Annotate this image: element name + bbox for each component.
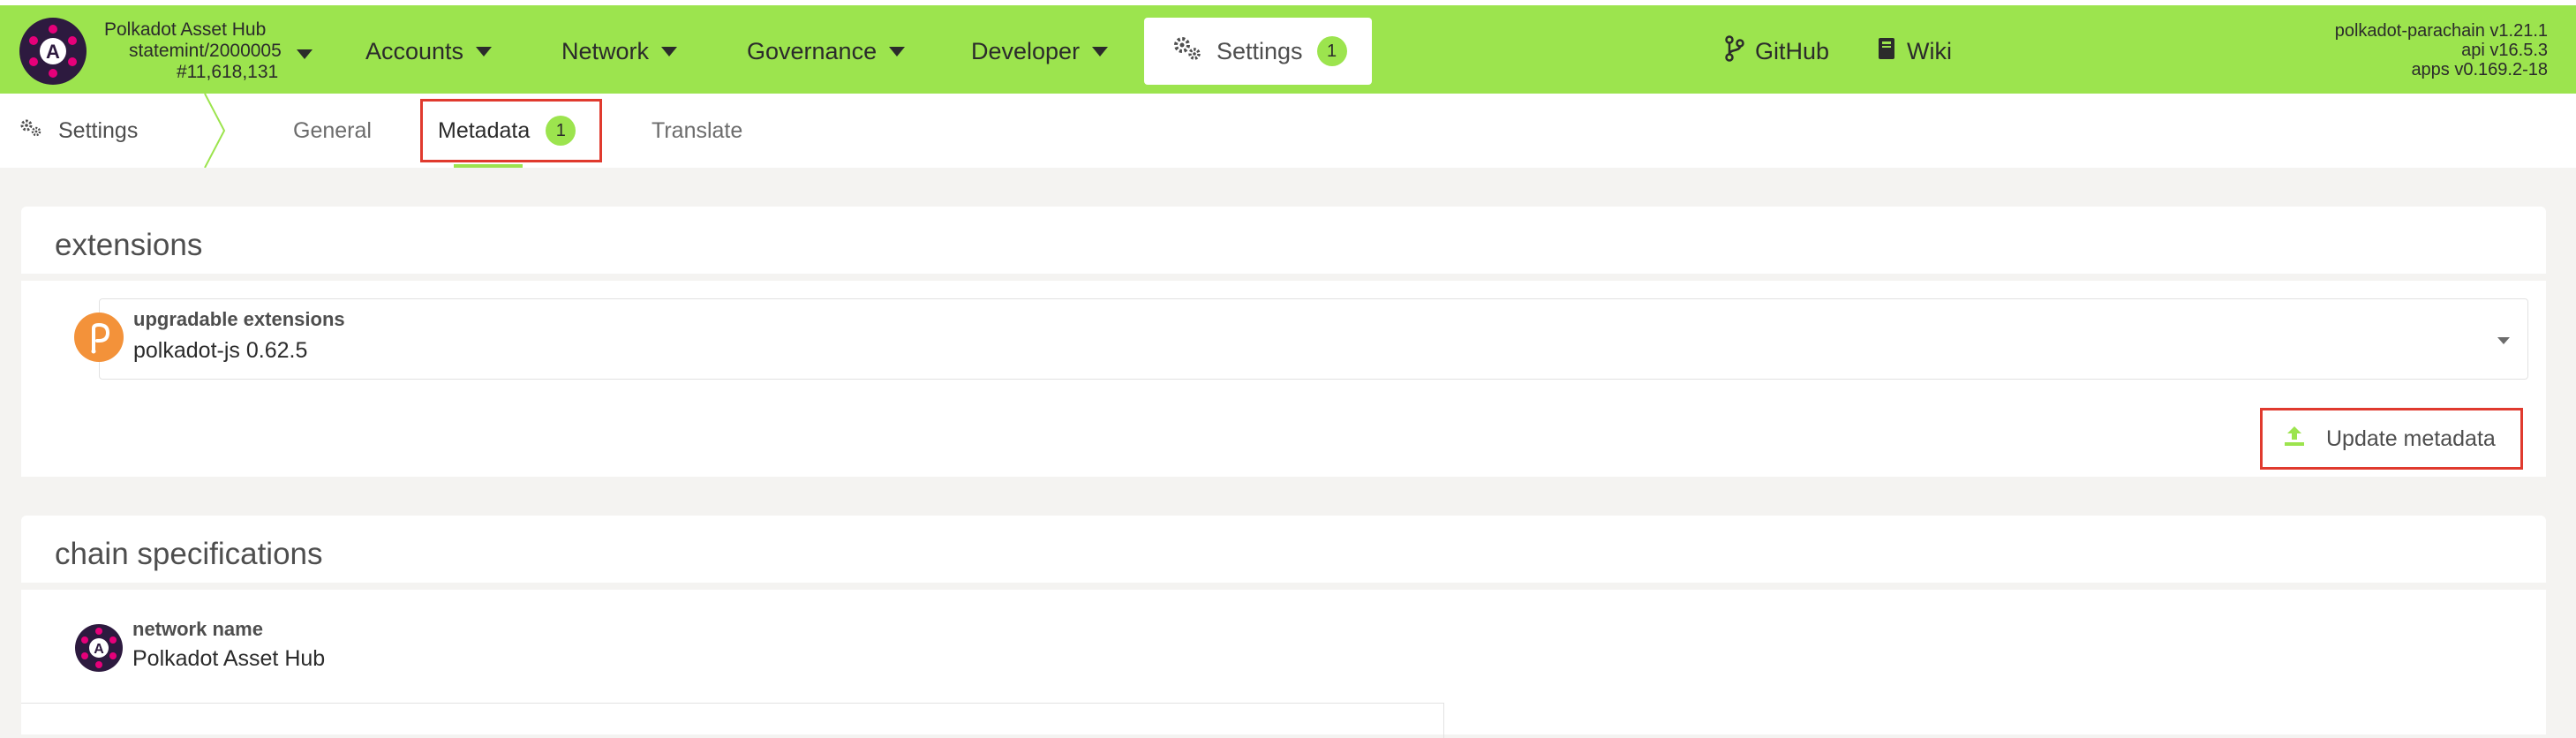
wiki-link[interactable]: Wiki: [1877, 32, 1952, 71]
git-branch-icon: [1725, 34, 1744, 68]
github-link[interactable]: GitHub: [1725, 32, 1829, 71]
nav-network[interactable]: Network: [561, 32, 678, 71]
chevron-down-icon: [661, 46, 678, 56]
extensions-section-header: extensions: [21, 207, 2546, 274]
book-icon: [1877, 36, 1896, 67]
upgradable-extensions-label: upgradable extensions: [133, 308, 345, 330]
update-metadata-label: Update metadata: [2326, 425, 2496, 451]
subnav-home[interactable]: Settings: [19, 94, 138, 168]
top-navbar: A Polkadot Asset Hub statemint/2000005 #…: [0, 5, 2576, 94]
next-field-box[interactable]: [21, 703, 1444, 738]
active-tab-indicator: [454, 164, 523, 168]
tab-translate-label: Translate: [652, 117, 743, 143]
network-logo-icon: A: [74, 623, 124, 673]
chevron-down-icon: [476, 46, 493, 56]
tab-general[interactable]: General: [293, 94, 372, 168]
chevron-down-icon: [1092, 46, 1109, 56]
nav-network-label: Network: [561, 37, 650, 64]
nav-accounts-label: Accounts: [365, 37, 464, 64]
upload-icon: [2282, 424, 2307, 455]
svg-text:A: A: [46, 41, 60, 63]
chevron-down-icon: [2497, 337, 2510, 344]
gears-icon: [19, 118, 42, 144]
chain-logo-icon[interactable]: A: [19, 18, 87, 85]
nav-settings[interactable]: Settings 1: [1144, 18, 1372, 85]
wiki-label: Wiki: [1907, 37, 1952, 64]
nav-developer[interactable]: Developer: [971, 32, 1109, 71]
subnav-home-label: Settings: [58, 117, 139, 143]
chevron-down-icon: [889, 46, 906, 56]
chain-id[interactable]: statemint/2000005: [129, 41, 282, 62]
apps-version: apps v0.169.2-18: [2411, 60, 2548, 79]
network-name-label: network name: [132, 618, 263, 640]
subnav-divider: [203, 93, 230, 172]
runtime-version: polkadot-parachain v1.21.1: [2334, 21, 2548, 41]
upgradable-extensions-value: polkadot-js 0.62.5: [133, 338, 308, 363]
api-version: api v16.5.3: [2461, 41, 2548, 60]
update-metadata-button[interactable]: Update metadata: [2260, 408, 2523, 470]
settings-subnav: Settings General Metadata 1 Translate: [0, 93, 2576, 169]
network-name-value: Polkadot Asset Hub: [132, 646, 326, 671]
gears-icon: [1172, 35, 1202, 68]
tab-general-label: General: [293, 117, 372, 143]
chain-specifications-section-header: chain specifications: [21, 516, 2546, 583]
nav-governance[interactable]: Governance: [747, 32, 906, 71]
nav-settings-label: Settings: [1216, 37, 1303, 64]
nav-accounts[interactable]: Accounts: [365, 32, 493, 71]
extensions-title: extensions: [55, 228, 203, 262]
chain-name[interactable]: Polkadot Asset Hub: [104, 19, 266, 41]
block-number: #11,618,131: [177, 62, 279, 82]
upgradable-extensions-select[interactable]: upgradable extensions polkadot-js 0.62.5: [99, 298, 2528, 380]
metadata-tab-highlight: [420, 99, 602, 162]
svg-text:A: A: [94, 642, 104, 657]
nav-governance-label: Governance: [747, 37, 877, 64]
tab-translate[interactable]: Translate: [652, 94, 742, 168]
github-label: GitHub: [1755, 37, 1830, 64]
nav-developer-label: Developer: [971, 37, 1081, 64]
chain-specifications-title: chain specifications: [55, 537, 323, 571]
chain-selector-caret-icon[interactable]: [297, 48, 313, 64]
settings-count-badge: 1: [1316, 36, 1347, 66]
polkadot-js-extension-icon: [74, 313, 124, 362]
